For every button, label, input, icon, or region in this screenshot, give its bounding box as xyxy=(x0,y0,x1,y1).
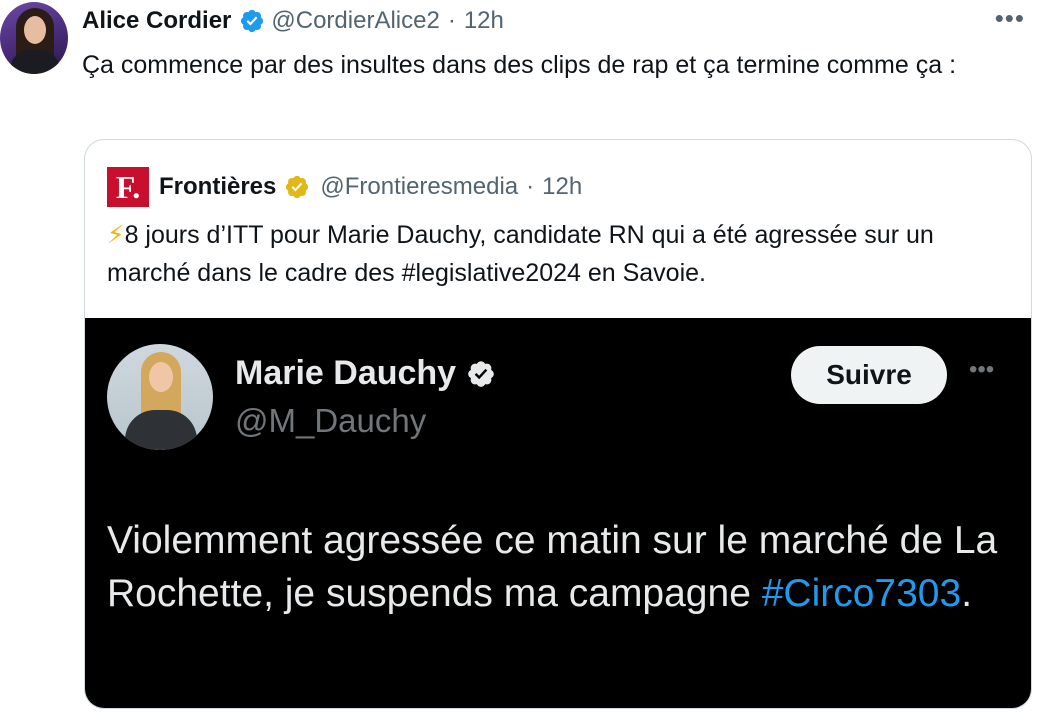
quoted-author-name[interactable]: Frontières xyxy=(159,173,276,201)
separator-dot: · xyxy=(526,173,535,200)
tweet-time[interactable]: 12h xyxy=(464,7,504,35)
lightning-emoji-icon: ⚡ xyxy=(107,221,125,249)
follow-button: Suivre xyxy=(791,346,947,404)
separator-dot: · xyxy=(447,7,456,34)
tweet-text: Ça commence par des insultes dans des cl… xyxy=(82,51,957,79)
quoted-tweet-header: F. Frontières @Frontieresmedia · 12h xyxy=(107,167,582,207)
quoted-tweet-body: 8 jours d’ITT pour Marie Dauchy, candida… xyxy=(107,221,934,287)
tweet: Alice Cordier @CordierAlice2 · 12h ••• Ç… xyxy=(0,0,1037,720)
screenshot-tweet-text: Violemment agressée ce matin sur le marc… xyxy=(107,514,1007,620)
author-handle[interactable]: @CordierAlice2 xyxy=(271,7,439,35)
verified-badge-icon xyxy=(241,9,264,33)
quoted-author-handle[interactable]: @Frontieresmedia xyxy=(320,173,518,201)
quoted-tweet-time[interactable]: 12h xyxy=(542,173,582,201)
screenshot-author-handle: @M_Dauchy xyxy=(235,402,427,439)
screenshot-author-name: Marie Dauchy xyxy=(235,354,457,392)
more-options-icon[interactable]: ••• xyxy=(995,5,1025,31)
screenshot-author: Marie Dauchy xyxy=(235,354,496,393)
frontieres-logo[interactable]: F. xyxy=(107,167,149,207)
author-name[interactable]: Alice Cordier xyxy=(82,7,231,35)
verified-badge-icon xyxy=(468,360,494,387)
quoted-tweet-text: ⚡8 jours d’ITT pour Marie Dauchy, candid… xyxy=(107,216,1017,292)
author-avatar[interactable] xyxy=(0,2,68,74)
hashtag-link: #Circo7303 xyxy=(761,572,962,615)
tweet-header: Alice Cordier @CordierAlice2 · 12h xyxy=(82,6,504,36)
gold-verified-badge-icon xyxy=(286,175,309,199)
screenshot-text-end: . xyxy=(961,572,973,615)
more-options-icon: ••• xyxy=(969,356,995,383)
screenshot-image[interactable]: Marie Dauchy @M_Dauchy Suivre ••• Violem… xyxy=(85,318,1031,708)
quoted-tweet[interactable]: F. Frontières @Frontieresmedia · 12h ⚡8 … xyxy=(84,139,1032,709)
screenshot-avatar xyxy=(107,344,213,450)
